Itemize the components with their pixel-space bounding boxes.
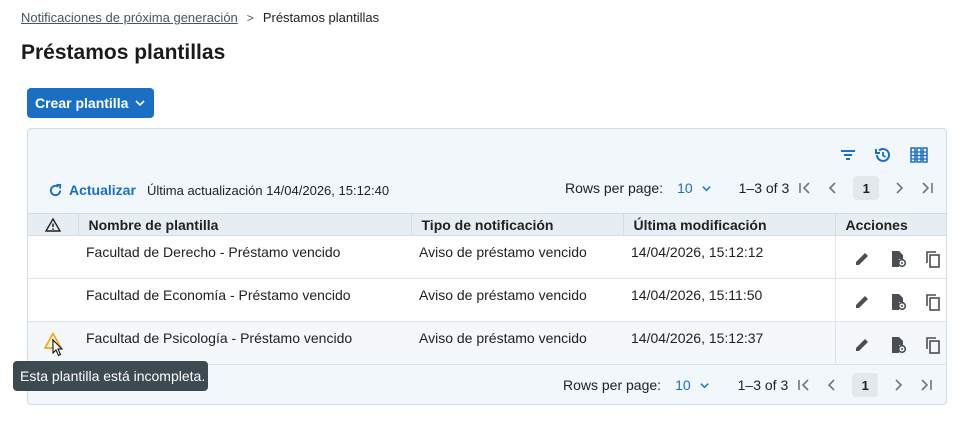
- preview-icon[interactable]: [889, 336, 907, 354]
- row-warning-cell: [28, 235, 78, 279]
- last-modified: 14/04/2026, 15:12:12: [623, 235, 835, 279]
- refresh-button[interactable]: Actualizar: [48, 182, 136, 198]
- template-name: Facultad de Derecho - Préstamo vencido: [78, 235, 411, 279]
- mouse-cursor-icon: [52, 339, 64, 357]
- template-name: Facultad de Economía - Préstamo vencido: [78, 278, 411, 322]
- edit-icon[interactable]: [853, 250, 871, 268]
- previous-page-icon[interactable]: [824, 377, 840, 393]
- rows-per-page-value: 10: [677, 180, 693, 196]
- rows-per-page-select[interactable]: 10: [675, 377, 710, 393]
- notification-type: Aviso de préstamo vencido: [411, 321, 623, 365]
- chevron-down-icon: [699, 382, 709, 388]
- last-page-icon[interactable]: [918, 377, 934, 393]
- refresh-icon: [49, 183, 62, 196]
- incomplete-tooltip: Esta plantilla está incompleta.: [13, 361, 208, 391]
- table-row: Facultad de Economía - Préstamo vencido …: [28, 278, 946, 322]
- current-page[interactable]: 1: [852, 373, 879, 397]
- rows-per-page-label: Rows per page:: [563, 377, 662, 393]
- header-last-modified[interactable]: Última modificación: [623, 213, 836, 236]
- table-header-row: Nombre de plantilla Tipo de notificación…: [28, 213, 946, 236]
- page-range: 1–3 of 3: [737, 377, 789, 393]
- pagination-top: Rows per page: 10 1–3 of 3 1: [565, 176, 935, 200]
- rows-per-page-select[interactable]: 10: [677, 180, 712, 196]
- create-template-label: Crear plantilla: [35, 95, 129, 111]
- header-notification-type[interactable]: Tipo de notificación: [411, 213, 624, 236]
- last-page-icon[interactable]: [919, 180, 935, 196]
- rows-per-page-value: 10: [675, 377, 691, 393]
- row-actions: [834, 278, 946, 322]
- next-page-icon[interactable]: [890, 377, 906, 393]
- history-icon[interactable]: [873, 145, 893, 165]
- first-page-icon[interactable]: [796, 377, 812, 393]
- preview-icon[interactable]: [889, 293, 907, 311]
- warning-icon: [44, 217, 61, 232]
- table-row: Facultad de Derecho - Préstamo vencido A…: [28, 235, 946, 279]
- chevron-down-icon[interactable]: [134, 97, 146, 109]
- row-actions: [834, 235, 946, 279]
- breadcrumb-link-notifications[interactable]: Notificaciones de próxima generación: [21, 10, 238, 25]
- notification-type: Aviso de préstamo vencido: [411, 278, 623, 322]
- next-page-icon[interactable]: [891, 180, 907, 196]
- templates-table: Nombre de plantilla Tipo de notificación…: [28, 213, 946, 365]
- row-actions: [834, 321, 946, 365]
- create-template-button[interactable]: Crear plantilla: [27, 88, 154, 118]
- page-range: 1–3 of 3: [738, 180, 790, 196]
- header-actions: Acciones: [835, 213, 946, 236]
- template-name: Facultad de Psicología - Préstamo vencid…: [78, 321, 411, 365]
- previous-page-icon[interactable]: [825, 180, 841, 196]
- preview-icon[interactable]: [889, 250, 907, 268]
- last-update-text: Última actualización 14/04/2026, 15:12:4…: [147, 183, 390, 198]
- notification-type: Aviso de préstamo vencido: [411, 235, 623, 279]
- edit-icon[interactable]: [853, 293, 871, 311]
- columns-icon[interactable]: [909, 145, 929, 165]
- pagination-bottom: Rows per page: 10 1–3 of 3 1: [563, 373, 934, 397]
- filter-icon[interactable]: [838, 145, 858, 165]
- row-warning-cell: [28, 278, 78, 322]
- table-row: Facultad de Psicología - Préstamo vencid…: [28, 321, 946, 365]
- page-title: Préstamos plantillas: [21, 41, 226, 64]
- refresh-label: Actualizar: [69, 182, 136, 198]
- edit-icon[interactable]: [853, 336, 871, 354]
- copy-icon[interactable]: [924, 250, 942, 268]
- header-warning: [28, 213, 79, 236]
- copy-icon[interactable]: [924, 293, 942, 311]
- breadcrumb: Notificaciones de próxima generación > P…: [21, 10, 379, 25]
- rows-per-page-label: Rows per page:: [565, 180, 664, 196]
- header-template-name[interactable]: Nombre de plantilla: [78, 213, 412, 236]
- current-page[interactable]: 1: [853, 176, 880, 200]
- copy-icon[interactable]: [924, 336, 942, 354]
- breadcrumb-separator: >: [246, 10, 254, 25]
- row-warning-cell: [28, 321, 78, 365]
- breadcrumb-current: Préstamos plantillas: [262, 10, 380, 25]
- first-page-icon[interactable]: [797, 180, 813, 196]
- chevron-down-icon: [701, 185, 711, 191]
- last-modified: 14/04/2026, 15:12:37: [623, 321, 835, 365]
- last-modified: 14/04/2026, 15:11:50: [623, 278, 835, 322]
